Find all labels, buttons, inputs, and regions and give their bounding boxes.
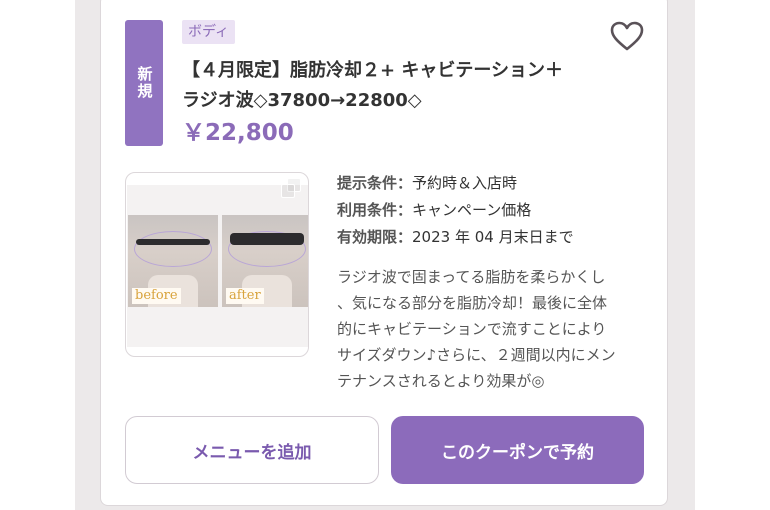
reserve-coupon-button[interactable]: このクーポンで予約 bbox=[391, 416, 644, 484]
coupon-title-line: 【４月限定】脂肪冷却２+ キャビテーション＋ bbox=[182, 60, 563, 81]
condition-row: 利用条件：キャンペーン価格 bbox=[337, 197, 647, 224]
strap-shape bbox=[136, 239, 210, 245]
highlight-ellipse bbox=[134, 231, 212, 267]
coupon-description: ラジオ波で固まってる脂肪を柔らかくし 、気になる部分を脂肪冷却！最後に全体 的に… bbox=[337, 264, 647, 394]
after-photo: after bbox=[222, 215, 308, 307]
condition-row: 提示条件：予約時＆入店時 bbox=[337, 170, 647, 197]
condition-label: 提示条件： bbox=[337, 174, 413, 192]
heart-icon[interactable] bbox=[609, 20, 645, 52]
condition-value: 2023 年 04 月末日まで bbox=[412, 228, 574, 246]
coupon-title: 【４月限定】脂肪冷却２+ キャビテーション＋ ラジオ波◇37800→22800◇ bbox=[182, 56, 602, 116]
condition-label: 有効期限： bbox=[337, 228, 413, 246]
condition-row: 有効期限：2023 年 04 月末日まで bbox=[337, 224, 647, 251]
description-line: ラジオ波で固まってる脂肪を柔らかくし bbox=[337, 268, 606, 286]
add-menu-button[interactable]: メニューを追加 bbox=[125, 416, 379, 484]
after-label: after bbox=[226, 288, 264, 304]
copy-icon bbox=[281, 178, 303, 200]
coupon-title-line: ラジオ波◇37800→22800◇ bbox=[182, 90, 422, 111]
condition-value: キャンペーン価格 bbox=[412, 201, 532, 219]
coupon-conditions: 提示条件：予約時＆入店時 利用条件：キャンペーン価格 有効期限：2023 年 0… bbox=[337, 170, 647, 251]
condition-value: 予約時＆入店時 bbox=[412, 174, 518, 192]
description-line: サイズダウン♪さらに、２週間以内にメン bbox=[337, 346, 616, 364]
new-badge: 新規 bbox=[125, 20, 163, 146]
before-label: before bbox=[132, 288, 181, 304]
description-line: 的にキャビテーションで流すことにより bbox=[337, 320, 607, 338]
before-photo: before bbox=[128, 215, 218, 307]
strap-shape bbox=[230, 233, 304, 245]
thumbnail-image: before after bbox=[127, 185, 308, 347]
coupon-price: ￥22,800 bbox=[182, 120, 294, 146]
description-line: テナンスされるとより効果が◎ bbox=[337, 372, 545, 390]
copy-icon-front bbox=[281, 184, 295, 198]
new-badge-label: 新規 bbox=[135, 66, 154, 100]
category-tag: ボディ bbox=[182, 20, 236, 44]
description-line: 、気になる部分を脂肪冷却！最後に全体 bbox=[337, 294, 608, 312]
condition-label: 利用条件： bbox=[337, 201, 413, 219]
